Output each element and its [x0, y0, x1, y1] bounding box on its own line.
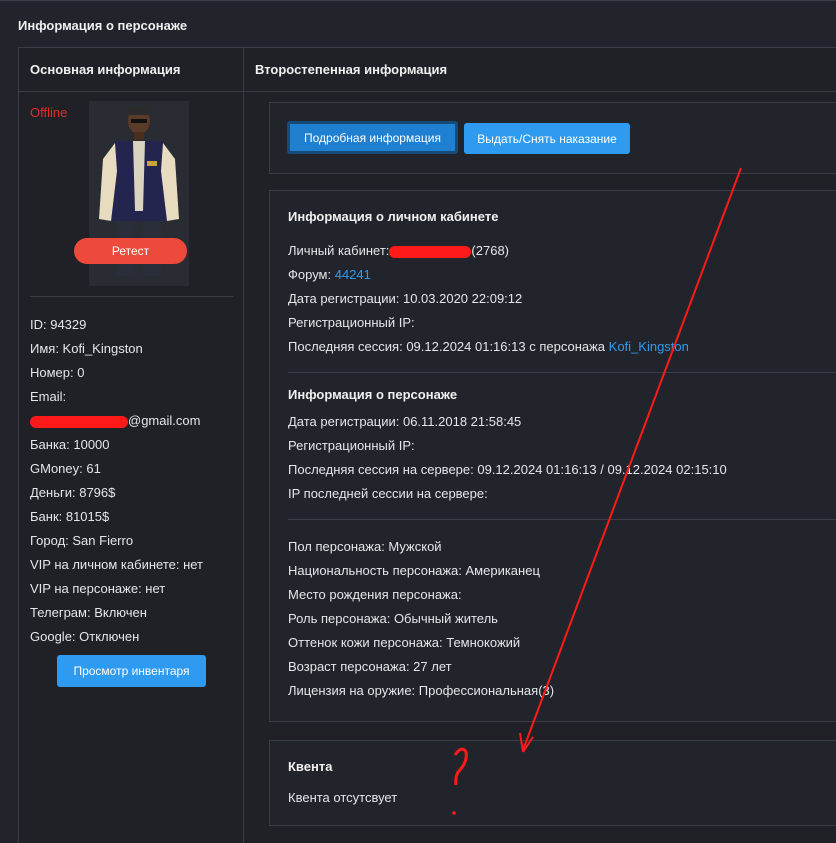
- punishment-button[interactable]: Выдать/Снять наказание: [464, 123, 630, 154]
- cabinet-personal-label: Личный кабинет:: [288, 243, 390, 258]
- secondary-info-header: Второстепенная информация: [244, 48, 836, 92]
- cabinet-last-session-text: Последняя сессия: 09.12.2024 01:16:13 с …: [288, 339, 606, 354]
- cabinet-reg-date: Дата регистрации: 10.03.2020 22:09:12: [288, 291, 523, 306]
- email-domain: @gmail.com: [128, 413, 201, 428]
- cabinet-personal: Личный кабинет: (2768): [288, 243, 509, 258]
- detailed-info-button[interactable]: Подробная информация: [287, 121, 458, 154]
- left-divider: [30, 296, 233, 297]
- detail-birthplace: Место рождения персонажа:: [288, 587, 462, 602]
- info-city: Город: San Fierro: [30, 533, 134, 548]
- last-session-character-link[interactable]: Kofi_Kingston: [609, 339, 689, 354]
- detail-nationality: Национальность персонажа: Американец: [288, 563, 540, 578]
- character-panel: Основная информация Offline Ретест ID: 9…: [18, 47, 836, 843]
- cabinet-last-session: Последняя сессия: 09.12.2024 01:16:13 с …: [288, 339, 689, 354]
- top-divider: [0, 0, 836, 1]
- cabinet-reg-ip: Регистрационный IP:: [288, 315, 415, 330]
- info-id: ID: 94329: [30, 317, 87, 332]
- action-buttons-box: Подробная информация Выдать/Снять наказа…: [269, 102, 836, 174]
- cabinet-forum: Форум: 44241: [288, 267, 371, 282]
- section-divider: [288, 519, 836, 520]
- character-last-session: Последняя сессия на сервере: 09.12.2024 …: [288, 462, 727, 477]
- character-reg-ip: Регистрационный IP:: [288, 438, 415, 453]
- info-email-label: Email:: [30, 389, 67, 404]
- view-inventory-button[interactable]: Просмотр инвентаря: [57, 655, 206, 687]
- details-box: Информация о личном кабинете Личный каби…: [269, 190, 836, 722]
- detail-skin-tone: Оттенок кожи персонажа: Темнокожий: [288, 635, 521, 650]
- kventa-box: Квента Квента отсутсвует: [269, 740, 836, 826]
- cabinet-section-title: Информация о личном кабинете: [288, 209, 499, 224]
- page-title: Информация о персонаже: [18, 18, 188, 33]
- info-telegram: Телеграм: Включен: [30, 605, 147, 620]
- detail-age: Возраст персонажа: 27 лет: [288, 659, 452, 674]
- section-divider: [288, 372, 836, 373]
- info-list: ID: 94329 Имя: Kofi_Kingston Номер: 0 Em…: [30, 316, 203, 652]
- reset-button[interactable]: Ретест: [74, 238, 187, 264]
- kventa-title: Квента: [288, 759, 333, 774]
- info-vip-character: VIP на персонаже: нет: [30, 581, 166, 596]
- character-section-title: Информация о персонаже: [288, 387, 458, 402]
- status-offline: Offline: [30, 105, 68, 120]
- info-money: Деньги: 8796$: [30, 485, 116, 500]
- secondary-info-column: Второстепенная информация Подробная инфо…: [244, 48, 836, 843]
- character-last-ip: IP последней сессии на сервере:: [288, 486, 488, 501]
- info-number: Номер: 0: [30, 365, 85, 380]
- info-name: Имя: Kofi_Kingston: [30, 341, 143, 356]
- cabinet-forum-label: Форум:: [288, 267, 332, 282]
- info-gmoney: GMoney: 61: [30, 461, 101, 476]
- detail-gender: Пол персонажа: Мужской: [288, 539, 442, 554]
- info-bank: Банк: 81015$: [30, 509, 110, 524]
- info-bank-a: Банка: 10000: [30, 437, 110, 452]
- main-info-column: Основная информация Offline Ретест ID: 9…: [19, 48, 244, 843]
- forum-link[interactable]: 44241: [335, 267, 371, 282]
- info-vip-cabinet: VIP на личном кабинете: нет: [30, 557, 204, 572]
- cabinet-redaction: [389, 245, 472, 258]
- email-redaction: [30, 415, 128, 428]
- main-info-header: Основная информация: [19, 48, 243, 92]
- detail-role: Роль персонажа: Обычный житель: [288, 611, 498, 626]
- detail-weapon-license: Лицензия на оружие: Профессиональная(3): [288, 683, 555, 698]
- info-email-value: @gmail.com: [30, 412, 203, 436]
- info-google: Google: Отключен: [30, 629, 140, 644]
- character-reg-date: Дата регистрации: 06.11.2018 21:58:45: [288, 414, 522, 429]
- cabinet-personal-suffix: (2768): [471, 243, 509, 258]
- kventa-text: Квента отсутсвует: [288, 790, 398, 805]
